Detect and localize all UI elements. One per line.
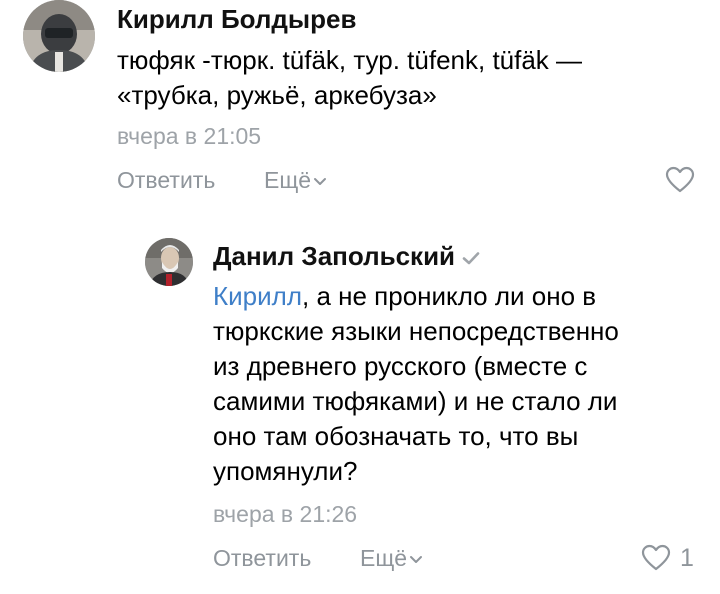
user-avatar-icon (145, 238, 193, 286)
comment-reply-button[interactable]: Ответить (117, 166, 215, 194)
reply-author-name[interactable]: Данил Запольский (213, 241, 481, 271)
reply-author-avatar[interactable] (145, 238, 193, 286)
comment-author-name[interactable]: Кирилл Болдырев (117, 4, 356, 34)
comment-more-button[interactable]: Ещё (264, 166, 327, 194)
reply-reply-button[interactable]: Ответить (213, 544, 311, 572)
heart-outline-icon (665, 166, 695, 193)
comment-more-label: Ещё (264, 167, 312, 193)
comment-timestamp[interactable]: вчера в 21:05 (117, 122, 261, 150)
reply-like-button[interactable] (641, 544, 671, 572)
chevron-down-icon (410, 555, 423, 563)
reply-timestamp[interactable]: вчера в 21:26 (213, 500, 357, 528)
reply-author-label: Данил Запольский (213, 241, 456, 271)
reply-text-body: , а не проникло ли оно в тюркские языки … (213, 281, 619, 486)
comment-author-avatar[interactable] (23, 0, 95, 72)
reply-mention-link[interactable]: Кирилл (213, 281, 302, 311)
reply-text: Кирилл, а не проникло ли оно в тюркские … (213, 279, 693, 489)
reply-more-label: Ещё (360, 545, 408, 571)
user-avatar-icon (23, 0, 95, 72)
heart-outline-icon (641, 544, 671, 571)
reply-more-button[interactable]: Ещё (360, 544, 423, 572)
comment-like-button[interactable] (665, 166, 695, 194)
comment-text: тюфяк -тюрк. tüfäk, тур. tüfenk, tüfäk —… (117, 45, 583, 110)
reply-like-count: 1 (680, 544, 694, 572)
checkmark-icon (462, 252, 480, 265)
chevron-down-icon (314, 177, 327, 185)
